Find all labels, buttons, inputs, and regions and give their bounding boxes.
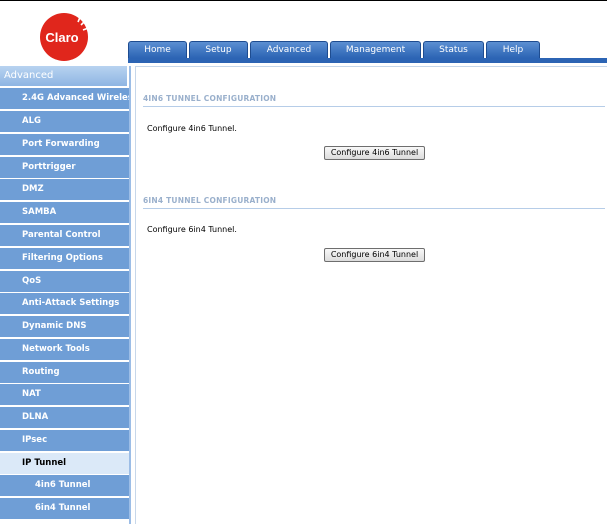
sidebar-item-samba[interactable]: SAMBA: [0, 202, 129, 223]
logo-text: Claro: [45, 30, 78, 45]
sidebar-item-network-tools[interactable]: Network Tools: [0, 339, 129, 360]
nav-bar: [128, 58, 607, 63]
sidebar-item-dlna[interactable]: DLNA: [0, 407, 129, 428]
sidebar-edge: [129, 66, 131, 524]
section-title-6in4: 6IN4 TUNNEL CONFIGURATION: [143, 196, 277, 205]
section-divider-6in4: [143, 208, 605, 209]
configure-4in6-button[interactable]: Configure 4in6 Tunnel: [324, 146, 425, 160]
sidebar-item-dmz[interactable]: DMZ: [0, 179, 129, 200]
sidebar-item-parental-control[interactable]: Parental Control: [0, 225, 129, 246]
top-border: [0, 0, 607, 1]
sidebar-subitem-4in6-tunnel[interactable]: 4in6 Tunnel: [0, 475, 129, 496]
tab-help[interactable]: Help: [486, 41, 540, 58]
configure-6in4-button[interactable]: Configure 6in4 Tunnel: [324, 248, 425, 262]
tab-status[interactable]: Status: [423, 41, 484, 58]
sidebar-item-anti-attack[interactable]: Anti-Attack Settings: [0, 293, 129, 314]
tab-management[interactable]: Management: [330, 41, 421, 58]
sidebar-subitem-6in4-tunnel[interactable]: 6in4 Tunnel: [0, 498, 129, 519]
section-title-4in6: 4IN6 TUNNEL CONFIGURATION: [143, 94, 277, 103]
section-desc-4in6: Configure 4in6 Tunnel.: [147, 124, 237, 133]
sidebar-item-port-forwarding[interactable]: Port Forwarding: [0, 134, 129, 155]
tab-home[interactable]: Home: [128, 41, 187, 58]
main-content: [135, 66, 607, 524]
section-desc-6in4: Configure 6in4 Tunnel.: [147, 225, 237, 234]
section-divider-4in6: [143, 106, 605, 107]
sidebar-item-dynamic-dns[interactable]: Dynamic DNS: [0, 316, 129, 337]
sidebar-header: Advanced: [0, 66, 129, 86]
sidebar-item-ip-tunnel[interactable]: IP Tunnel: [0, 453, 129, 474]
sidebar-item-ipsec[interactable]: IPsec: [0, 430, 129, 451]
sidebar-item-nat[interactable]: NAT: [0, 384, 129, 405]
claro-logo[interactable]: Claro: [38, 12, 98, 62]
tab-setup[interactable]: Setup: [189, 41, 248, 58]
sidebar: Advanced 2.4G Advanced Wireless ALG Port…: [0, 66, 131, 524]
sidebar-item-routing[interactable]: Routing: [0, 362, 129, 383]
sidebar-item-advanced-wireless[interactable]: 2.4G Advanced Wireless: [0, 88, 129, 109]
tab-advanced[interactable]: Advanced: [250, 41, 328, 58]
sidebar-item-qos[interactable]: QoS: [0, 271, 129, 292]
sidebar-item-porttrigger[interactable]: Porttrigger: [0, 157, 129, 178]
sidebar-item-filtering-options[interactable]: Filtering Options: [0, 248, 129, 269]
sidebar-item-alg[interactable]: ALG: [0, 111, 129, 132]
